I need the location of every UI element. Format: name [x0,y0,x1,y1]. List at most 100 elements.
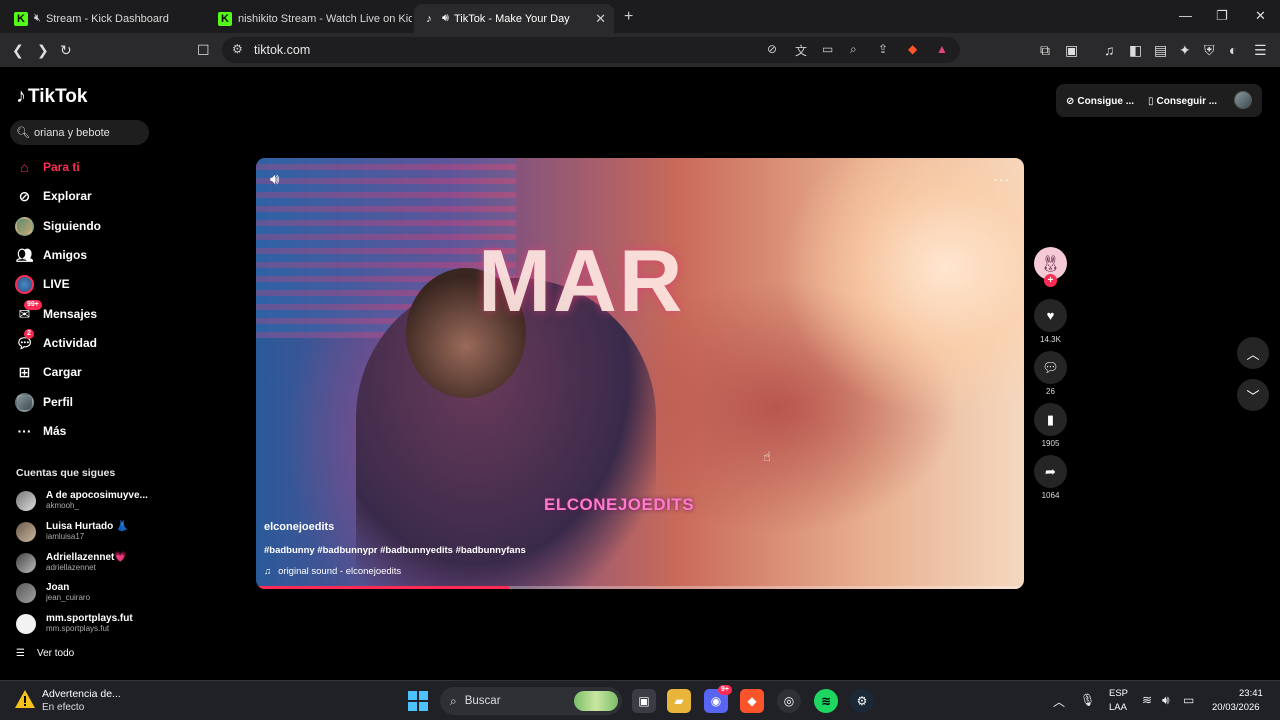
user-avatar[interactable] [1234,91,1252,109]
follow-plus-icon[interactable]: + [1044,274,1057,287]
friends-icon: 👥︎ [15,246,34,263]
following-account[interactable]: mm.sportplays.fut mm.sportplays.fut [16,613,133,634]
restore-icon[interactable]: ❐ [1216,8,1228,24]
following-account[interactable]: Luisa Hurtado 👗 iamluisa17 [16,521,128,542]
extensions-icon[interactable]: ⧉ [1040,41,1050,59]
address-bar[interactable]: ⚙ tiktok.com ⊘ 文 ▭ ⌕ ⇪ ◆ ▲ [222,37,960,63]
following-account[interactable]: Adriellazennet💗 adriellazennet [16,552,127,573]
logo-text: TikTok [28,85,88,107]
spotify-icon[interactable]: ≋ [814,689,838,713]
like-action[interactable]: ♥ 14.3K [1034,299,1067,344]
translate-icon[interactable]: 文 [795,42,807,59]
obs-icon[interactable]: ◎ [777,689,801,713]
see-all-link[interactable]: ☰ Ver todo [16,648,74,659]
media-icon[interactable]: ♫ [1104,41,1115,59]
leo-ai-icon[interactable]: ✦ [1179,41,1191,59]
next-video-button[interactable]: ﹀ [1237,379,1269,411]
start-icon[interactable] [408,691,428,711]
reading-list-icon[interactable]: ▣ [1065,41,1078,59]
speaker-icon[interactable]: 🔊︎ [442,12,449,25]
forward-icon[interactable]: ❯ [37,41,49,59]
chevron-up-icon: ︿ [1246,346,1260,362]
language-code[interactable]: ESP [1109,688,1128,699]
warning-title[interactable]: Advertencia de... [42,688,121,700]
nav-label: Perfil [43,395,74,409]
wifi-icon[interactable]: ≋ [1142,693,1152,707]
taskbar-search[interactable]: ⌕ Buscar [440,687,622,715]
close-window-icon[interactable]: ✕ [1255,8,1266,24]
get-app-button[interactable]: ▯ Conseguir ... [1148,87,1217,115]
tab-tiktok[interactable]: ♪ 🔊︎ TikTok - Make Your Day ✕ [414,4,614,33]
messages-badge: 99+ [24,299,42,310]
video-player[interactable]: MAR ELCONEJOEDITS 🔊︎ ··· elconejoedits #… [256,158,1024,589]
nav-actividad[interactable]: 💬︎ 2 Actividad [15,328,97,353]
site-settings-icon[interactable]: ⚙ [232,42,243,56]
tiktok-logo[interactable]: ♪ TikTok [16,85,87,108]
save-action[interactable]: ▮ 1905 [1034,403,1067,448]
sidebar-icon[interactable]: ◧ [1129,41,1142,59]
language-layout[interactable]: LAA [1109,702,1127,713]
video-music[interactable]: ♫ original sound - elconejoedits [264,566,401,577]
following-account[interactable]: Joan jean_cuiraro [16,582,90,603]
volume-icon[interactable]: 🔊︎ [270,171,279,188]
file-explorer-icon[interactable]: ▰ [667,689,691,713]
following-account[interactable]: A de apocosimuyve... akmooh_ [16,490,148,511]
discord-icon[interactable]: ◉ 9+ [704,685,732,713]
wallet-icon[interactable]: ▤ [1154,41,1167,59]
microphone-icon[interactable]: 🎙︎ [1080,693,1095,707]
browser-toolbar: ❮ ❯ ↻ ☐ ⚙ tiktok.com ⊘ 文 ▭ ⌕ ⇪ ◆ ▲ ⧉ ▣ ♫… [0,33,1280,67]
account-name: A de apocosimuyve... [46,490,148,501]
cast-icon[interactable]: ▭ [822,42,833,56]
share-icon[interactable]: ➦ [1034,455,1067,488]
video-progress-bar[interactable] [256,586,510,589]
minimize-icon[interactable]: — [1179,8,1192,23]
task-view-icon[interactable]: ▣ [632,689,656,713]
nav-perfil[interactable]: Perfil [15,392,73,412]
previous-video-button[interactable]: ︿ [1237,337,1269,369]
nav-siguiendo[interactable]: Siguiendo [15,216,101,236]
nav-cargar[interactable]: ⊞ Cargar [15,362,82,382]
share-icon[interactable]: ⇪ [878,42,888,56]
tab-kick-dashboard[interactable]: K 🔇︎ Stream - Kick Dashboard [6,4,204,33]
reload-icon[interactable]: ↻ [60,41,72,59]
nav-live[interactable]: LIVE [15,274,70,294]
clock-time[interactable]: 23:41 [1239,688,1263,699]
discord-badge: 9+ [718,685,732,695]
nav-mensajes[interactable]: ✉ 99+ Mensajes [15,299,97,324]
steam-icon[interactable]: ⚙ [850,689,874,713]
nav-para-ti[interactable]: ⌂ Para ti [15,157,79,177]
muted-icon[interactable]: 🔇︎ [34,12,41,25]
new-tab-icon[interactable]: + [624,8,633,26]
no-translate-icon[interactable]: ⊘ [767,42,777,56]
clock-date[interactable]: 20/03/2026 [1212,702,1260,713]
brave-rewards-icon[interactable]: ▲ [936,42,948,56]
warning-icon[interactable] [14,689,36,709]
close-tab-icon[interactable]: ✕ [595,11,606,27]
search-input[interactable]: 🔍︎ oriana y bebote [10,120,149,145]
more-options-icon[interactable]: ··· [993,171,1010,187]
brave-browser-icon[interactable]: ◆ [740,689,764,713]
tab-nishikito-stream[interactable]: K nishikito Stream - Watch Live on Kick [210,4,412,33]
back-icon[interactable]: ❮ [12,41,24,59]
heart-icon[interactable]: ♥ [1034,299,1067,332]
comment-icon[interactable]: 💬︎ [1034,351,1067,384]
menu-icon[interactable]: ☰ [1254,41,1267,59]
nav-explorar[interactable]: ⊘ Explorar [15,186,92,206]
nav-amigos[interactable]: 👥︎ Amigos [15,245,87,265]
brave-shield-icon[interactable]: ◆ [908,42,917,56]
video-author[interactable]: elconejoedits [264,521,334,533]
zoom-icon[interactable]: ⌕ [850,42,857,57]
saves-count: 1905 [1041,439,1060,448]
bookmark-icon[interactable]: ☐ [197,41,210,59]
video-hashtags[interactable]: #badbunny #badbunnypr #badbunnyedits #ba… [264,545,526,556]
volume-icon[interactable]: 🔊︎ [1162,693,1170,708]
vpn-icon[interactable]: ⛨ [1204,41,1215,59]
battery-icon[interactable]: ▭ [1183,693,1194,707]
profile-icon[interactable]: ◐ [1229,41,1237,59]
bookmark-icon[interactable]: ▮ [1034,403,1067,436]
comment-action[interactable]: 💬︎ 26 [1034,351,1067,396]
get-coins-button[interactable]: ⊘ Consigue ... [1066,87,1134,115]
nav-mas[interactable]: ··· Más [15,421,67,441]
tray-overflow-icon[interactable]: ︿ [1053,693,1065,710]
share-action[interactable]: ➦ 1064 [1034,455,1067,500]
